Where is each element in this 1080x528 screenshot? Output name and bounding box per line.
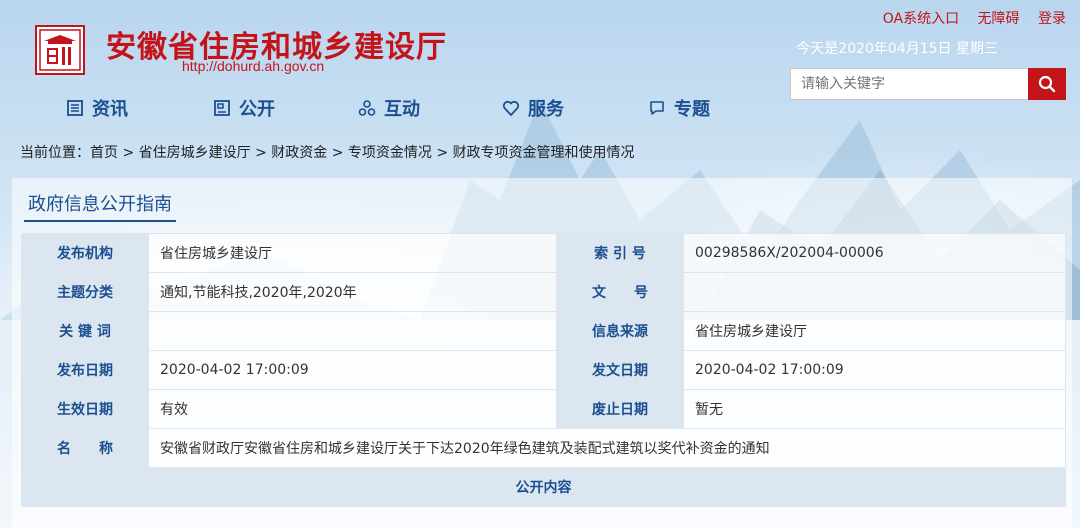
table-row: 发布机构 省住房城乡建设厅 索 引 号 00298586X/202004-000… [21,233,1066,273]
nav-item-public[interactable]: 公开 [213,95,275,121]
info-table: 发布机构 省住房城乡建设厅 索 引 号 00298586X/202004-000… [21,233,1066,507]
nav-label: 资讯 [92,99,128,120]
public-content-header: 公开内容 [21,467,1066,507]
table-row: 关 键 词 信息来源 省住房城乡建设厅 [21,311,1066,351]
section-title: 政府信息公开指南 [24,190,176,222]
label-publisher: 发布机构 [21,233,149,273]
value-source: 省住房城乡建设厅 [683,311,1066,351]
breadcrumb-finance[interactable]: 财政资金 [271,145,327,161]
value-publish-date: 2020-04-02 17:00:09 [148,350,557,390]
label-doc-no: 文 号 [556,272,684,312]
label-category: 主题分类 [21,272,149,312]
label-effective-date: 生效日期 [21,389,149,429]
search-icon [1038,75,1056,93]
table-row: 发布日期 2020-04-02 17:00:09 发文日期 2020-04-02… [21,350,1066,390]
nav-label: 互动 [384,99,420,120]
nav-item-service[interactable]: 服务 [502,95,564,121]
accessibility-link[interactable]: 无障碍 [978,11,1020,27]
breadcrumb-current[interactable]: 财政专项资金管理和使用情况 [453,145,635,161]
value-issue-date: 2020-04-02 17:00:09 [683,350,1066,390]
site-url[interactable]: http://dohurd.ah.gov.cn [182,58,324,74]
current-date: 今天是2020年04月15日 星期三 [796,41,998,57]
nav-label: 公开 [239,99,275,120]
value-category: 通知,节能科技,2020年,2020年 [148,272,557,312]
label-index-no: 索 引 号 [556,233,684,273]
public-icon [214,100,230,116]
nav-item-topic[interactable]: 专题 [648,95,710,121]
value-effective-date: 有效 [148,389,557,429]
table-row: 名 称 安徽省财政厅安徽省住房和城乡建设厅关于下达2020年绿色建筑及装配式建筑… [21,428,1066,468]
news-icon [67,100,83,116]
label-keywords: 关 键 词 [21,311,149,351]
nav-label: 专题 [674,99,710,120]
breadcrumb-separator: > [250,145,272,161]
label-source: 信息来源 [556,311,684,351]
search-input[interactable] [790,68,1028,100]
table-row: 生效日期 有效 废止日期 暂无 [21,389,1066,429]
breadcrumb-home[interactable]: 首页 [90,145,118,161]
value-index-no: 00298586X/202004-00006 [683,233,1066,273]
nav-item-news[interactable]: 资讯 [66,95,128,121]
site-logo[interactable] [35,25,85,75]
breadcrumb-special-funds[interactable]: 专项资金情况 [348,145,432,161]
value-publisher: 省住房城乡建设厅 [148,233,557,273]
breadcrumb-separator: > [431,145,453,161]
value-keywords [148,311,557,351]
value-name: 安徽省财政厅安徽省住房和城乡建设厅关于下达2020年绿色建筑及装配式建筑以奖代补… [148,428,1066,468]
heart-icon [502,100,520,116]
top-links: OA系统入口 无障碍 登录 [869,8,1066,28]
breadcrumb-separator: > [118,145,139,161]
breadcrumb-department[interactable]: 省住房城乡建设厅 [139,145,251,161]
label-issue-date: 发文日期 [556,350,684,390]
breadcrumb: 当前位置：首页 > 省住房城乡建设厅 > 财政资金 > 专项资金情况 > 财政专… [20,142,635,162]
table-row: 公开内容 [21,467,1066,507]
breadcrumb-separator: > [327,145,348,161]
label-expiry-date: 废止日期 [556,389,684,429]
value-expiry-date: 暂无 [683,389,1066,429]
search-box [790,68,1066,100]
interact-icon [358,100,376,116]
table-row: 主题分类 通知,节能科技,2020年,2020年 文 号 [21,272,1066,312]
label-name: 名 称 [21,428,149,468]
oa-entry-link[interactable]: OA系统入口 [883,11,959,27]
label-publish-date: 发布日期 [21,350,149,390]
nav-item-interact[interactable]: 互动 [358,95,420,121]
value-doc-no [683,272,1066,312]
nav-label: 服务 [528,99,564,120]
breadcrumb-prefix: 当前位置： [20,145,90,161]
login-link[interactable]: 登录 [1038,11,1066,27]
chat-icon [650,101,664,115]
search-button[interactable] [1028,68,1066,100]
